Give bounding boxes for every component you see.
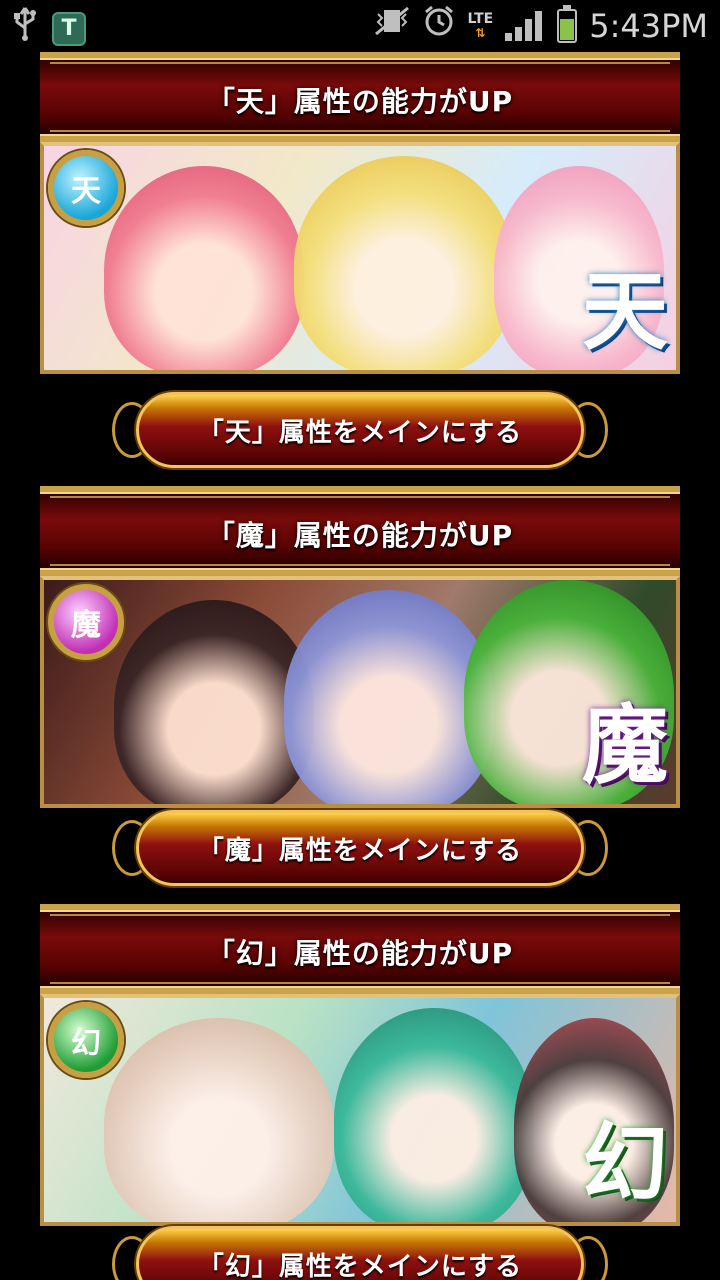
battery-icon: [557, 4, 578, 43]
app-t-icon: T: [52, 11, 86, 46]
set-main-ma-button[interactable]: 「魔」属性をメインにする: [136, 810, 584, 886]
character-art-2: [294, 156, 514, 370]
banner-title: 「魔」属性の能力がUP: [206, 519, 514, 552]
attribute-section-ma: 「魔」属性の能力がUP 魔 魔: [40, 486, 680, 808]
attribute-banner: 「魔」属性の能力がUP: [40, 486, 680, 576]
attribute-gen-icon: 幻: [48, 1002, 124, 1078]
attribute-section-ten: 「天」属性の能力がUP 天 天: [40, 52, 680, 374]
character-art-2: [334, 1008, 534, 1222]
attribute-ma-icon: 魔: [48, 584, 124, 660]
clock: 5:43PM: [589, 6, 708, 45]
button-label: 「天」属性をメインにする: [197, 417, 523, 448]
attribute-banner: 「幻」属性の能力がUP: [40, 904, 680, 994]
status-bar-left: T: [12, 6, 86, 51]
status-bar-right: LTE ⇅ 5:43PM: [374, 4, 708, 47]
signal-icon: [505, 10, 545, 41]
character-artwork: 天 天: [40, 142, 680, 374]
character-art-1: [104, 166, 304, 370]
attribute-section-gen: 「幻」属性の能力がUP 幻 幻: [40, 904, 680, 1226]
usb-icon: [12, 6, 38, 51]
character-art-1: [104, 1018, 334, 1222]
attribute-ten-icon: 天: [48, 150, 124, 226]
set-main-ten-button[interactable]: 「天」属性をメインにする: [136, 392, 584, 468]
lte-icon: LTE ⇅: [468, 12, 494, 40]
attribute-kanji: 魔: [582, 695, 668, 796]
button-label: 「幻」属性をメインにする: [197, 1251, 523, 1280]
character-artwork: 魔 魔: [40, 576, 680, 808]
banner-title: 「天」属性の能力がUP: [206, 85, 514, 118]
banner-title: 「幻」属性の能力がUP: [206, 937, 514, 970]
status-bar: T LTE ⇅ 5:43PM: [0, 0, 720, 48]
mute-vibrate-icon: [374, 6, 410, 45]
alarm-icon: [422, 4, 456, 47]
button-label: 「魔」属性をメインにする: [197, 835, 523, 866]
attribute-kanji: 天: [582, 261, 668, 362]
set-main-gen-button[interactable]: 「幻」属性をメインにする: [136, 1226, 584, 1280]
character-artwork: 幻 幻: [40, 994, 680, 1226]
attribute-kanji: 幻: [582, 1113, 668, 1214]
set-main-gen-button-wrap: 「幻」属性をメインにする: [112, 1222, 608, 1280]
set-main-ten-button-wrap: 「天」属性をメインにする: [112, 388, 608, 472]
data-arrows-icon: ⇅: [475, 25, 486, 40]
set-main-ma-button-wrap: 「魔」属性をメインにする: [112, 806, 608, 890]
network-type: LTE: [467, 10, 494, 27]
attribute-banner: 「天」属性の能力がUP: [40, 52, 680, 142]
character-art-2: [284, 590, 494, 804]
